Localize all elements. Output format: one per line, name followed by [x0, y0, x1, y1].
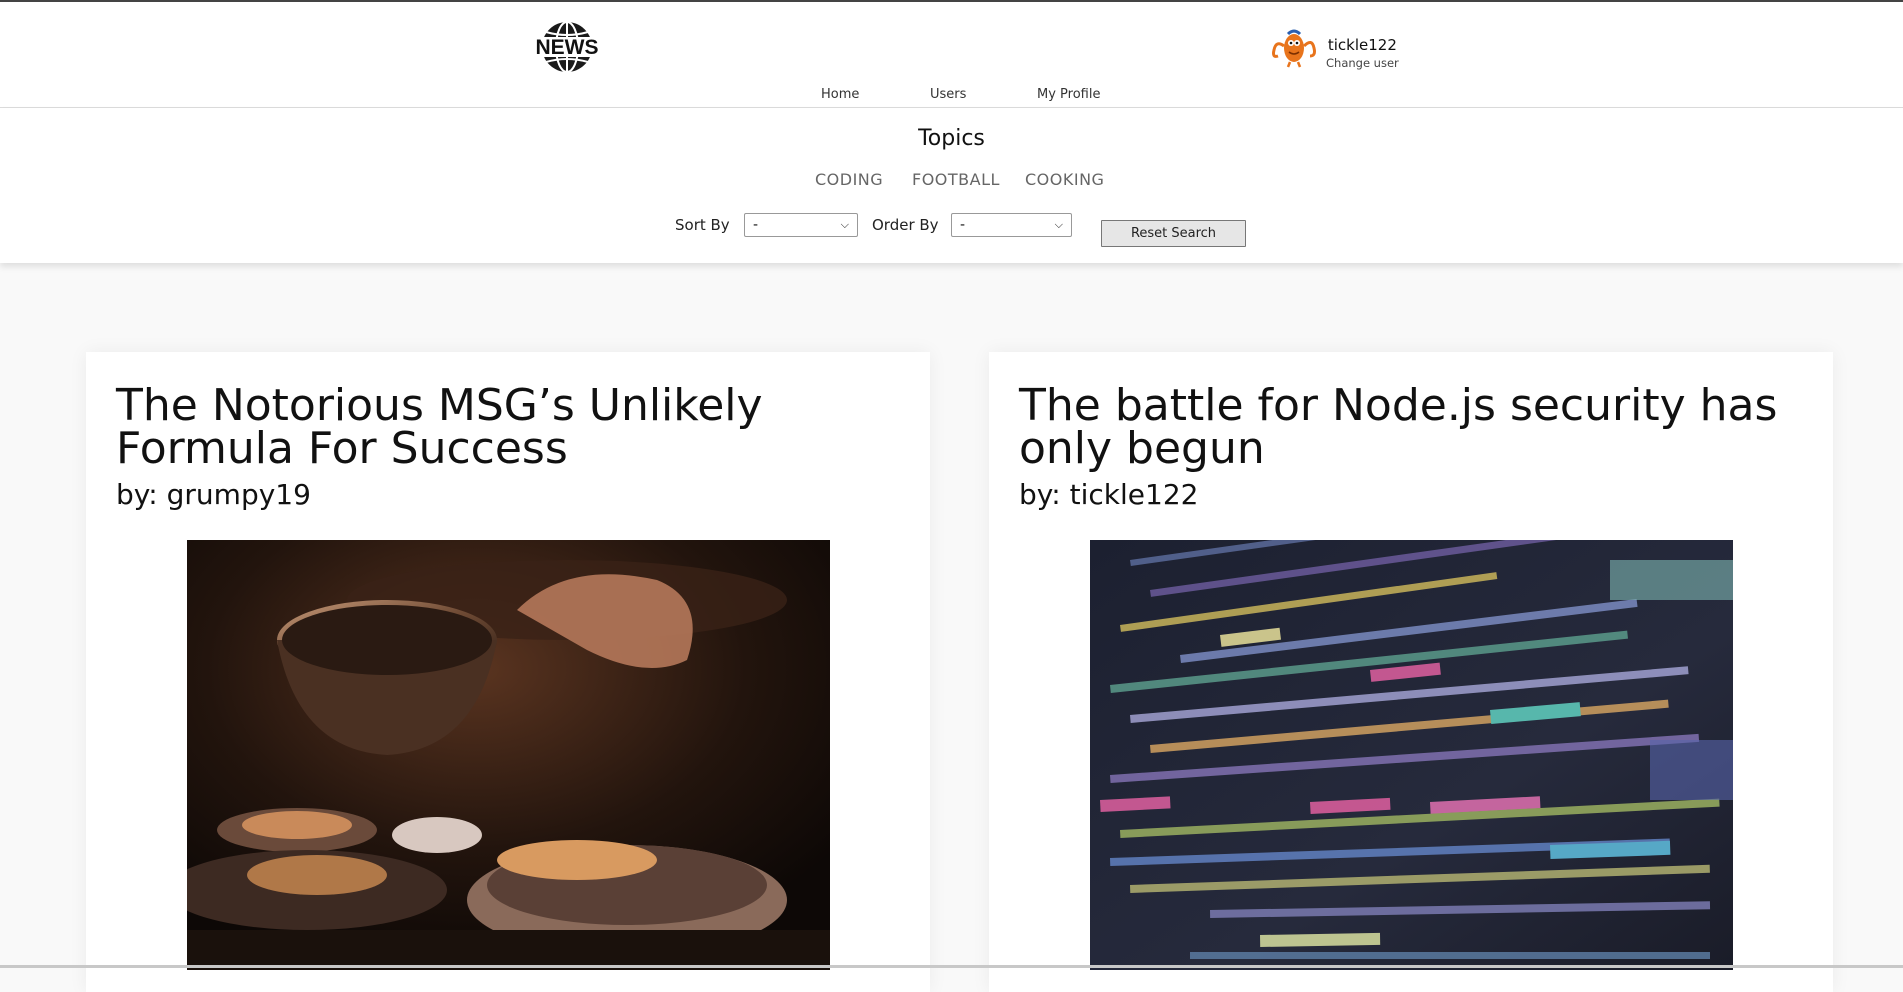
article-image[interactable] — [187, 540, 830, 970]
nav-users[interactable]: Users — [930, 87, 966, 102]
article-card[interactable]: The Notorious MSG’s Unlikely Formula For… — [86, 352, 930, 992]
nav-home[interactable]: Home — [821, 87, 859, 102]
news-logo[interactable]: NEWS — [528, 20, 606, 74]
username: tickle122 — [1327, 36, 1397, 54]
site-header: NEWS tickle122 Change user Home Users My… — [0, 2, 1903, 108]
code-screen-photo-icon — [1090, 540, 1733, 970]
reset-search-button[interactable]: Reset Search — [1101, 220, 1246, 247]
user-avatar-icon[interactable] — [1268, 26, 1320, 68]
article-image[interactable] — [1090, 540, 1733, 970]
article-author: by: tickle122 — [1019, 478, 1199, 511]
cooking-photo-icon — [187, 540, 830, 970]
article-card[interactable]: The battle for Node.js security has only… — [989, 352, 1833, 992]
globe-logo-icon: NEWS — [528, 21, 606, 73]
order-by-select[interactable]: - ⌵ — [951, 213, 1072, 237]
sort-by-label: Sort By — [675, 216, 730, 234]
topic-cooking[interactable]: COOKING — [1025, 170, 1104, 189]
sort-by-value: - — [753, 217, 759, 233]
topic-coding[interactable]: CODING — [815, 170, 883, 189]
chevron-down-icon: ⌵ — [840, 218, 849, 231]
logo-text: NEWS — [536, 36, 599, 59]
article-title[interactable]: The Notorious MSG’s Unlikely Formula For… — [116, 384, 896, 471]
article-author: by: grumpy19 — [116, 478, 311, 511]
chevron-down-icon: ⌵ — [1054, 218, 1063, 231]
sort-by-select[interactable]: - ⌵ — [744, 213, 858, 237]
topics-filter-panel: Topics CODING FOOTBALL COOKING Sort By -… — [0, 108, 1903, 263]
article-title[interactable]: The battle for Node.js security has only… — [1019, 384, 1799, 471]
topics-title: Topics — [918, 126, 985, 151]
nav-my-profile[interactable]: My Profile — [1037, 87, 1100, 102]
order-by-value: - — [960, 217, 966, 233]
topic-football[interactable]: FOOTBALL — [912, 170, 1000, 189]
current-user: tickle122 Change user — [1268, 26, 1399, 70]
order-by-label: Order By — [872, 216, 939, 234]
change-user-link[interactable]: Change user — [1326, 56, 1399, 70]
